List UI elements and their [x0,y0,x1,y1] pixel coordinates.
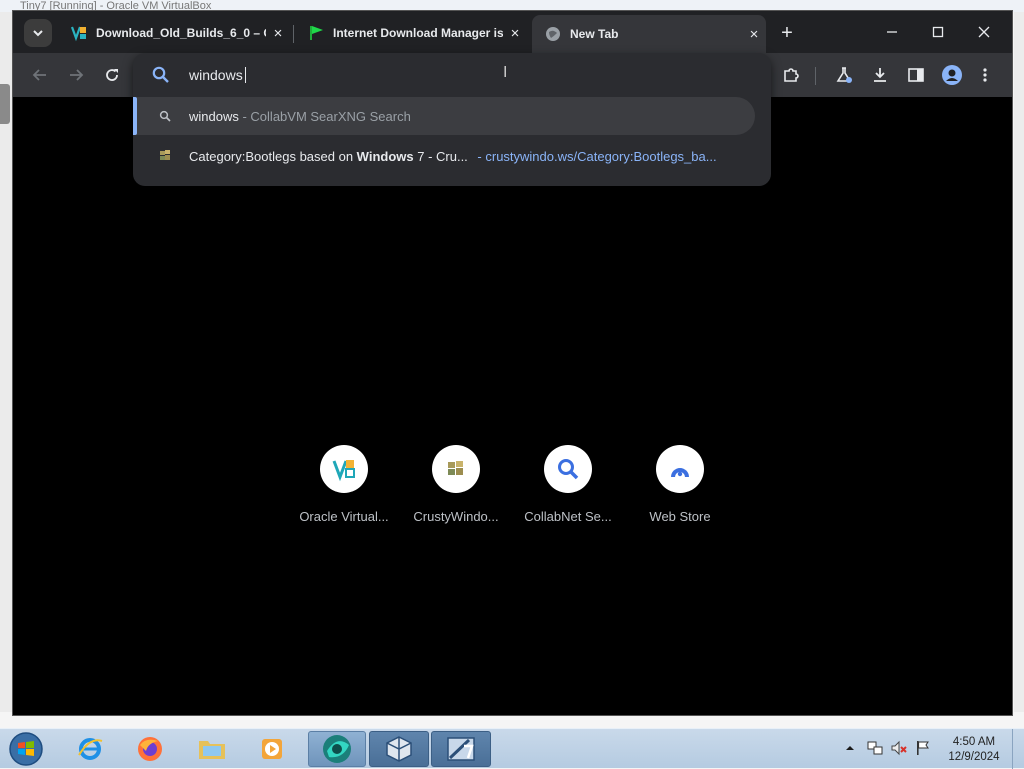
tray-network[interactable] [866,739,884,757]
extensions-button[interactable] [779,63,803,87]
tab-search-button[interactable] [24,19,52,47]
arrow-left-icon [32,69,46,81]
virtualbox-app-icon [386,736,412,762]
shortcut-oracle-virtualbox[interactable]: Oracle Virtual... [294,445,394,524]
address-bar[interactable]: windows Ι [133,53,771,97]
shortcut-label: Web Store [649,509,711,524]
chevron-down-icon [33,30,43,37]
downloads-button[interactable] [868,63,892,87]
close-tab-icon[interactable]: × [503,25,527,42]
tab-strip: Download_Old_Builds_6_0 – Oracle × Inter… [13,11,1012,53]
internet-explorer-icon [78,738,103,760]
close-tab-icon[interactable]: × [742,26,766,43]
omnibox-dropdown: windows Ι windows - CollabVM SearXNG Sea… [133,53,771,186]
taskbar-tiny7-vm[interactable] [431,731,491,767]
side-panel-icon [908,68,924,82]
back-button[interactable] [28,63,52,87]
close-tab-icon[interactable]: × [266,25,290,42]
close-window-button[interactable] [961,17,1007,47]
crustywindows-favicon-icon [155,149,175,163]
suggestion-history-row[interactable]: Category:Bootlegs based on Windows 7 - C… [133,137,755,175]
new-tab-button[interactable]: + [775,19,799,47]
tab-internet-download-manager[interactable]: Internet Download Manager is × [295,17,527,49]
webstore-icon [671,468,689,477]
address-input[interactable]: windows [189,67,246,83]
taskbar-virtualbox[interactable] [369,731,429,767]
volume-muted-icon [891,740,907,756]
host-window-left-edge [0,12,12,712]
taskbar-internet-explorer[interactable] [62,731,118,767]
taskbar-firefox[interactable] [122,731,178,767]
clock-time: 4:50 AM [952,736,996,748]
tab-title: Download_Old_Builds_6_0 – Oracle [96,26,266,40]
taskbar-file-explorer[interactable] [184,731,240,767]
profile-button[interactable] [940,63,964,87]
tab-download-old-builds[interactable]: Download_Old_Builds_6_0 – Oracle × [58,17,290,49]
system-clock[interactable]: 4:50 AM 12/9/2024 [946,735,1002,765]
maximize-icon [932,26,944,38]
chevron-up-icon [846,746,854,750]
minimize-icon [887,31,897,33]
folder-icon [199,741,225,759]
windows-orb-icon [9,732,43,766]
arrow-right-icon [70,69,84,81]
clock-date: 12/9/2024 [948,751,1000,763]
download-icon [874,68,886,82]
flask-icon [836,67,852,83]
shortcut-collabnet-search[interactable]: CollabNet Se... [518,445,618,524]
taskbar: 4:50 AM 12/9/2024 [0,728,1024,769]
tray-action-center[interactable] [914,739,932,757]
forward-button[interactable] [64,63,88,87]
menu-button[interactable] [973,63,997,87]
shortcut-web-store[interactable]: Web Store [630,445,730,524]
tab-title: New Tab [570,27,619,41]
maximize-button[interactable] [915,17,961,47]
search-icon [558,459,579,480]
green-flag-icon [307,24,325,42]
chrome-app-icon [323,735,351,763]
reload-icon [106,69,118,81]
virtualbox-icon [332,460,355,482]
crustywindows-icon [448,461,463,475]
tab-new-tab[interactable]: New Tab × [532,15,766,53]
show-hidden-icons-button[interactable] [843,741,857,755]
globe-icon [544,25,562,43]
text-caret [244,67,246,83]
search-icon [152,66,169,83]
puzzle-icon [784,68,799,82]
avatar-icon [942,65,962,85]
side-panel-button[interactable] [904,63,928,87]
labs-button[interactable] [832,63,856,87]
network-icon [867,741,883,755]
shortcut-label: CrustyWindo... [413,509,499,524]
taskbar-chrome-window[interactable] [308,731,366,767]
tray-volume[interactable] [890,739,908,757]
close-icon [978,26,990,38]
reload-button[interactable] [100,63,124,87]
start-button[interactable] [0,731,52,767]
show-desktop-button[interactable] [1012,729,1024,769]
virtualbox-favicon-icon [70,24,88,42]
taskbar-media-player[interactable] [244,731,300,767]
suggestion-search-row[interactable]: windows - CollabVM SearXNG Search [133,97,755,135]
shortcut-label: CollabNet Se... [524,509,612,524]
host-window-right-edge [1014,12,1024,712]
shortcut-crustywindows[interactable]: CrustyWindo... [406,445,506,524]
firefox-icon [138,737,162,761]
tab-title: Internet Download Manager is [333,26,503,40]
windows7-box-icon [447,737,475,761]
flag-icon [917,741,929,755]
kebab-menu-icon [983,68,987,82]
media-player-icon [262,739,282,759]
mouse-cursor-ibeam-icon: Ι [503,64,508,81]
shortcut-label: Oracle Virtual... [299,509,389,524]
new-tab-page: Oracle Virtual... CrustyWindo... CollabN… [13,97,1012,715]
minimize-button[interactable] [869,17,915,47]
browser-window: Download_Old_Builds_6_0 – Oracle × Inter… [12,10,1013,716]
search-icon [155,110,175,122]
